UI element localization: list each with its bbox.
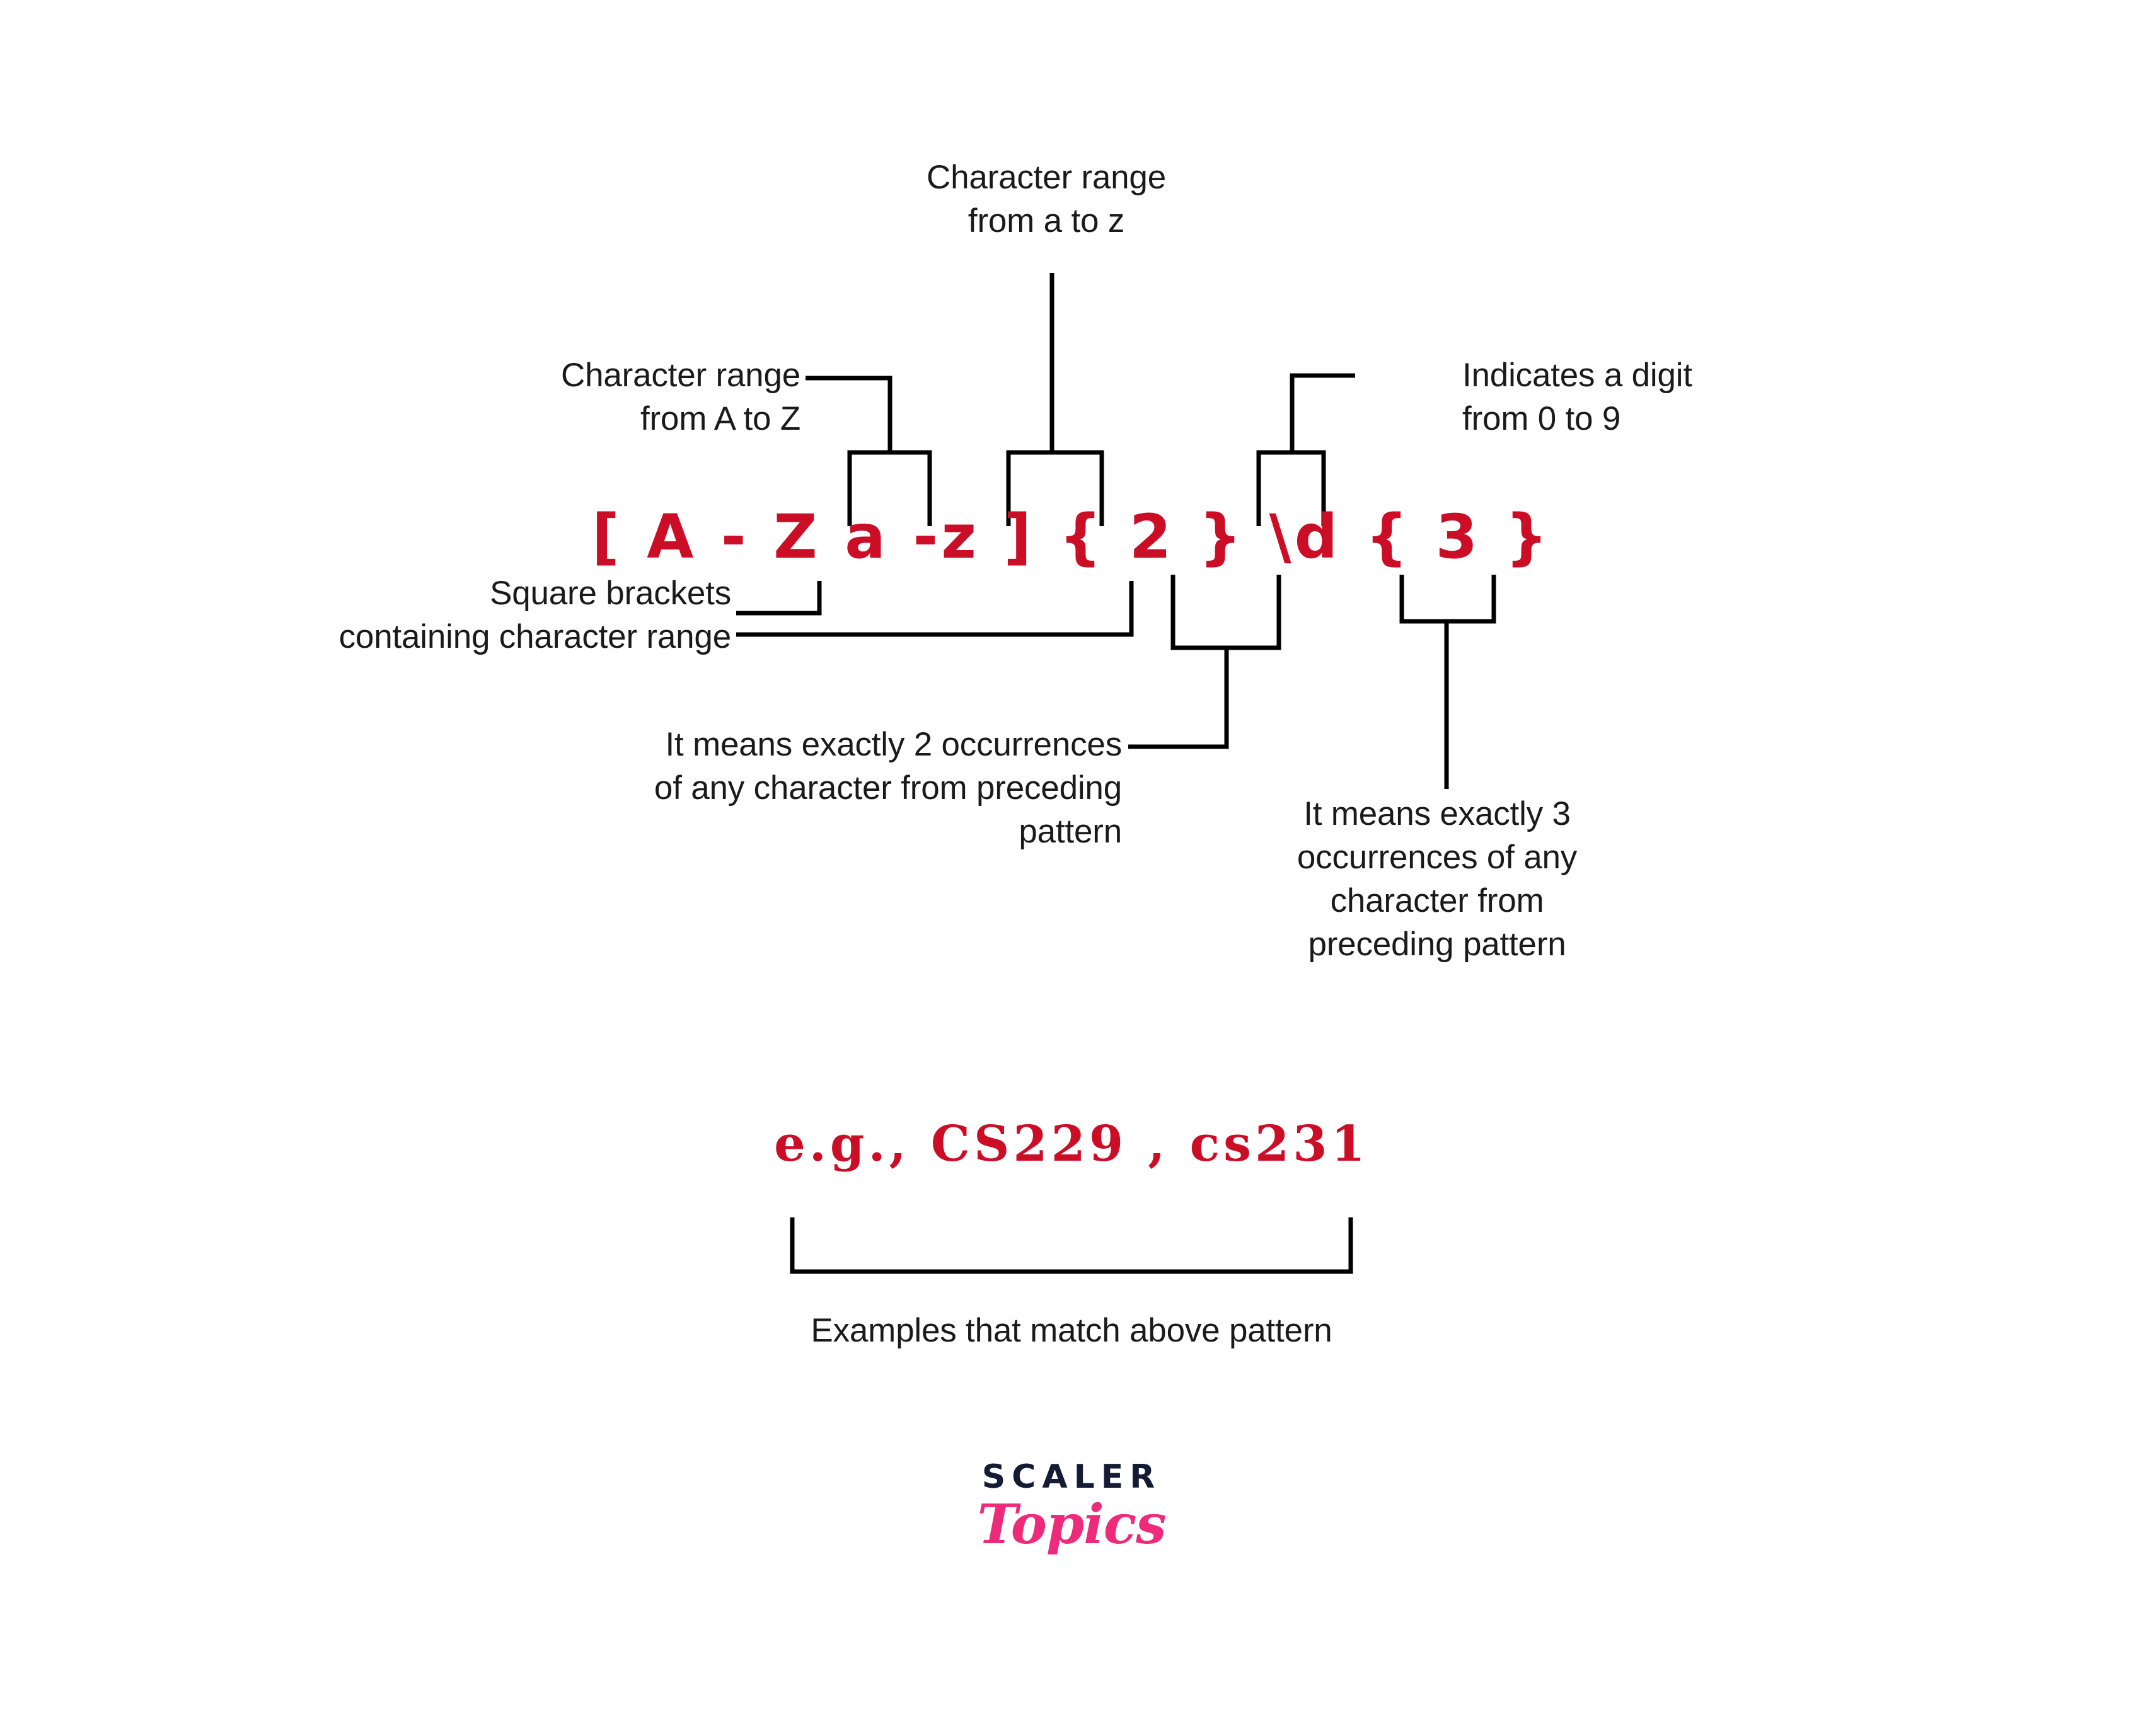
leader-line-close-bracket xyxy=(736,581,1134,637)
leader-line-az-upper xyxy=(806,376,892,452)
annotation-quantifier-three: It means exactly 3 occurrences of any ch… xyxy=(1297,795,1578,963)
annotation-char-range-uppercase: Character range from A to Z xyxy=(561,357,800,437)
bracket-examples xyxy=(790,1217,1353,1274)
bracket-quantifier-two xyxy=(1170,575,1281,650)
logo-wordmark-scaler: SCALER xyxy=(981,1458,1162,1496)
leader-line-quantifier-two xyxy=(1128,648,1229,749)
bracket-quantifier-three xyxy=(1399,575,1496,624)
example-matches: e.g., CS229 , cs231 xyxy=(774,1115,1369,1173)
annotation-quantifier-two: It means exactly 2 occurrences of any ch… xyxy=(654,726,1122,850)
logo-wordmark-topics: Topics xyxy=(977,1493,1166,1556)
annotation-square-brackets: Square brackets containing character ran… xyxy=(338,575,732,655)
annotation-char-range-lowercase: Character range from a to z xyxy=(927,159,1166,239)
diagram-canvas: Character range from a to z Character ra… xyxy=(0,0,2143,1736)
annotation-digit-range: Indicates a digit from 0 to 9 xyxy=(1462,357,1692,437)
scaler-topics-logo: SCALER Topics xyxy=(0,1461,2143,1553)
regex-pattern: [ A - Z a -z ] { 2 } \d { 3 } xyxy=(591,502,1552,572)
leader-line-open-bracket xyxy=(736,581,822,616)
examples-caption: Examples that match above pattern xyxy=(811,1312,1332,1349)
leader-line-digit xyxy=(1290,373,1355,452)
